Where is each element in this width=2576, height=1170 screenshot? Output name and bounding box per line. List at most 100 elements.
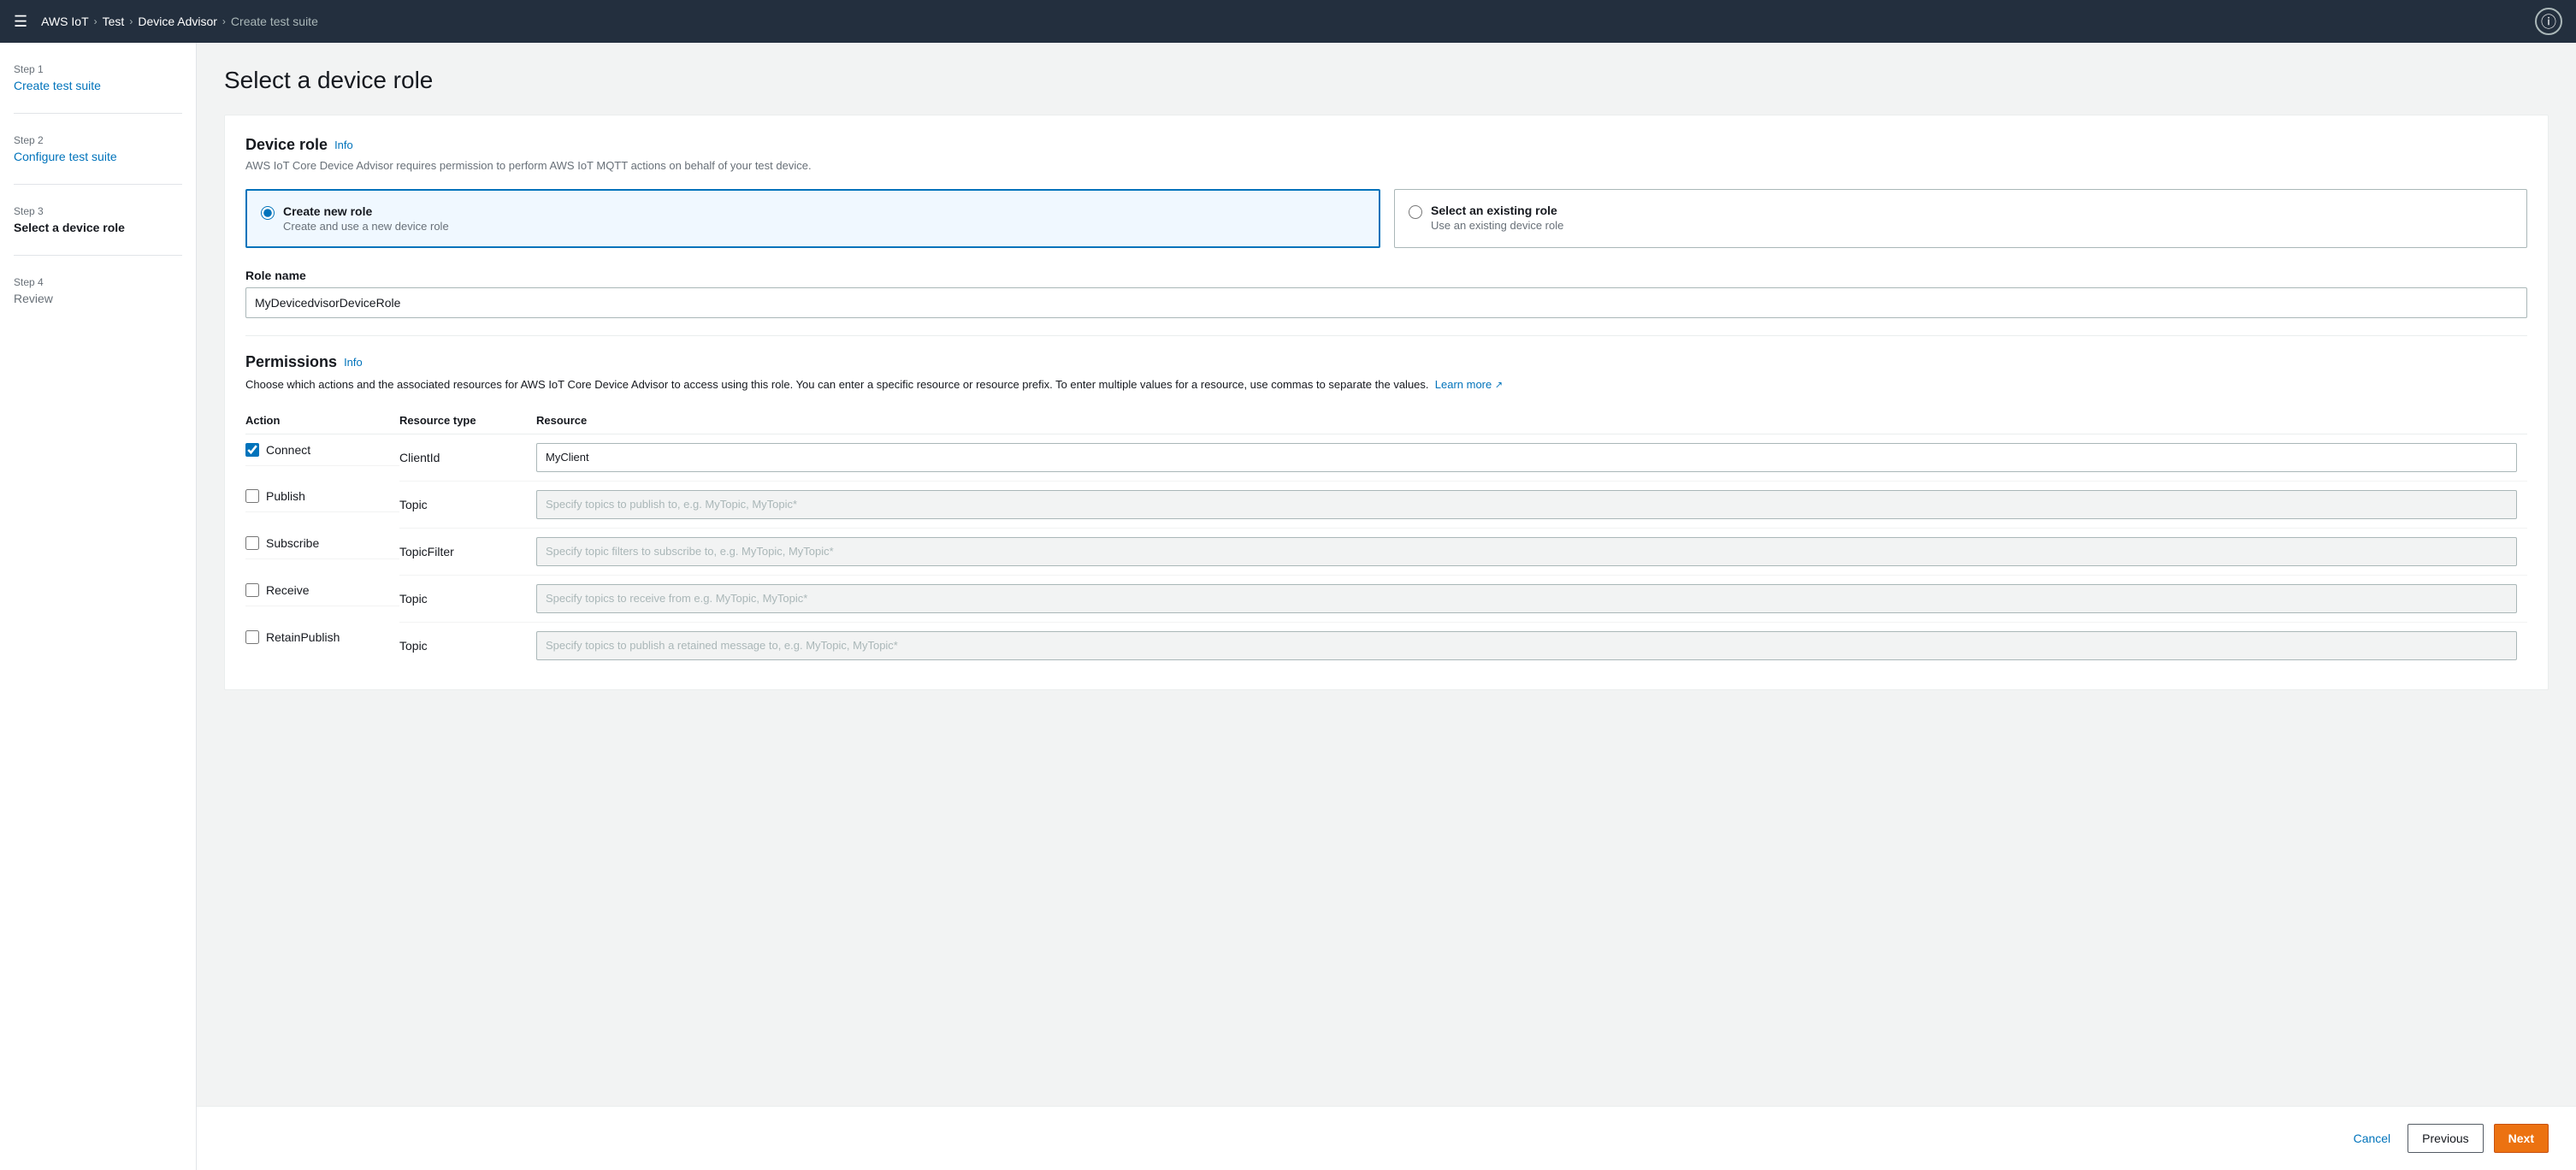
permissions-section: Permissions Info Choose which actions an… — [245, 353, 2527, 669]
perm-resource-input-retainpublish[interactable] — [536, 631, 2517, 660]
perm-checkbox-connect[interactable] — [245, 443, 259, 457]
content-area: Select a device role Device role Info AW… — [197, 43, 2576, 1106]
breadcrumb-current: Create test suite — [231, 15, 318, 28]
cancel-button[interactable]: Cancel — [2347, 1124, 2398, 1153]
perm-checkbox-subscribe[interactable] — [245, 536, 259, 550]
create-new-role-title: Create new role — [283, 204, 449, 218]
step-2-label: Step 2 — [14, 134, 182, 146]
step-3-label: Step 3 — [14, 205, 182, 217]
perm-resource-type-3: Topic — [399, 575, 536, 622]
sidebar-item-select-device-role: Select a device role — [14, 221, 125, 234]
select-existing-role-option[interactable]: Select an existing role Use an existing … — [1394, 189, 2527, 248]
select-existing-role-radio[interactable] — [1409, 205, 1422, 219]
select-existing-role-desc: Use an existing device role — [1431, 219, 1563, 232]
col-action: Action — [245, 407, 399, 434]
select-existing-role-title: Select an existing role — [1431, 204, 1563, 217]
hamburger-icon[interactable]: ☰ — [14, 13, 27, 31]
perm-resource-cell-0 — [536, 434, 2527, 481]
perm-resource-cell-4 — [536, 622, 2527, 669]
permissions-description: Choose which actions and the associated … — [245, 376, 2527, 393]
perm-action-label-0: Connect — [266, 443, 310, 457]
breadcrumb-sep-2: › — [129, 15, 133, 27]
sidebar-item-configure-test-suite[interactable]: Configure test suite — [14, 150, 117, 163]
sidebar-step-3: Step 3 Select a device role — [14, 205, 182, 234]
perm-resource-cell-3 — [536, 575, 2527, 622]
breadcrumb-device-advisor[interactable]: Device Advisor — [138, 15, 217, 28]
table-row: Receive Topic — [245, 575, 2527, 622]
permissions-info-link[interactable]: Info — [344, 356, 363, 369]
sidebar-item-review: Review — [14, 292, 53, 305]
permissions-table: Action Resource type Resource ConnectCli… — [245, 407, 2527, 669]
sidebar: Step 1 Create test suite Step 2 Configur… — [0, 43, 197, 1170]
footer: Cancel Previous Next — [197, 1106, 2576, 1170]
perm-checkbox-receive[interactable] — [245, 583, 259, 597]
learn-more-link[interactable]: Learn more ↗ — [1435, 378, 1503, 391]
create-new-role-desc: Create and use a new device role — [283, 220, 449, 233]
create-new-role-content: Create new role Create and use a new dev… — [283, 204, 449, 233]
perm-resource-cell-2 — [536, 528, 2527, 575]
device-role-info-link[interactable]: Info — [334, 139, 353, 151]
select-existing-role-content: Select an existing role Use an existing … — [1431, 204, 1563, 232]
perm-action-label-1: Publish — [266, 489, 305, 503]
permissions-header: Permissions Info — [245, 353, 2527, 371]
sidebar-step-4: Step 4 Review — [14, 276, 182, 305]
perm-resource-input-publish[interactable] — [536, 490, 2517, 519]
perm-resource-type-0: ClientId — [399, 434, 536, 481]
role-name-input[interactable] — [245, 287, 2527, 318]
role-name-field: Role name — [245, 269, 2527, 318]
perm-action-label-4: RetainPublish — [266, 630, 340, 644]
perm-action-cell-0: Connect — [245, 434, 399, 466]
next-button[interactable]: Next — [2494, 1124, 2549, 1153]
device-role-header: Device role Info — [245, 136, 2527, 154]
perm-resource-input-subscribe[interactable] — [536, 537, 2517, 566]
create-new-role-option[interactable]: Create new role Create and use a new dev… — [245, 189, 1380, 248]
perm-action-cell-1: Publish — [245, 481, 399, 512]
permissions-title: Permissions — [245, 353, 337, 371]
perm-resource-type-1: Topic — [399, 481, 536, 528]
device-role-section: Device role Info AWS IoT Core Device Adv… — [245, 136, 2527, 318]
perm-action-label-2: Subscribe — [266, 536, 319, 550]
table-row: Connect ClientId — [245, 434, 2527, 481]
previous-button[interactable]: Previous — [2408, 1124, 2483, 1153]
perm-resource-input-receive[interactable] — [536, 584, 2517, 613]
main-card: Device role Info AWS IoT Core Device Adv… — [224, 115, 2549, 690]
perm-checkbox-publish[interactable] — [245, 489, 259, 503]
sidebar-divider-3 — [14, 255, 182, 256]
sidebar-step-1: Step 1 Create test suite — [14, 63, 182, 92]
breadcrumb: AWS IoT › Test › Device Advisor › Create… — [41, 15, 318, 28]
create-new-role-radio[interactable] — [261, 206, 275, 220]
external-link-icon: ↗ — [1495, 380, 1503, 390]
col-resource-type: Resource type — [399, 407, 536, 434]
perm-action-cell-4: RetainPublish — [245, 622, 399, 653]
step-1-label: Step 1 — [14, 63, 182, 75]
perm-action-label-3: Receive — [266, 583, 310, 597]
device-role-title: Device role — [245, 136, 328, 154]
table-row: Publish Topic — [245, 481, 2527, 528]
help-icon[interactable]: ⓘ — [2535, 8, 2562, 35]
device-role-description: AWS IoT Core Device Advisor requires per… — [245, 159, 2527, 172]
perm-resource-type-4: Topic — [399, 622, 536, 669]
table-row: RetainPublish Topic — [245, 622, 2527, 669]
perm-checkbox-retainpublish[interactable] — [245, 630, 259, 644]
perm-action-cell-2: Subscribe — [245, 528, 399, 559]
sidebar-item-create-test-suite[interactable]: Create test suite — [14, 79, 101, 92]
main-layout: Step 1 Create test suite Step 2 Configur… — [0, 43, 2576, 1170]
breadcrumb-test[interactable]: Test — [103, 15, 125, 28]
perm-resource-cell-1 — [536, 481, 2527, 528]
content-wrapper: Select a device role Device role Info AW… — [197, 43, 2576, 1170]
step-4-label: Step 4 — [14, 276, 182, 288]
top-nav: ☰ AWS IoT › Test › Device Advisor › Crea… — [0, 0, 2576, 43]
table-row: Subscribe TopicFilter — [245, 528, 2527, 575]
role-type-options: Create new role Create and use a new dev… — [245, 189, 2527, 248]
perm-resource-input-connect[interactable] — [536, 443, 2517, 472]
breadcrumb-aws-iot[interactable]: AWS IoT — [41, 15, 89, 28]
perm-action-cell-3: Receive — [245, 575, 399, 606]
page-title: Select a device role — [224, 67, 2549, 94]
sidebar-divider-1 — [14, 113, 182, 114]
perm-resource-type-2: TopicFilter — [399, 528, 536, 575]
section-divider — [245, 335, 2527, 336]
breadcrumb-sep-3: › — [222, 15, 226, 27]
sidebar-divider-2 — [14, 184, 182, 185]
role-name-label: Role name — [245, 269, 2527, 282]
sidebar-step-2: Step 2 Configure test suite — [14, 134, 182, 163]
